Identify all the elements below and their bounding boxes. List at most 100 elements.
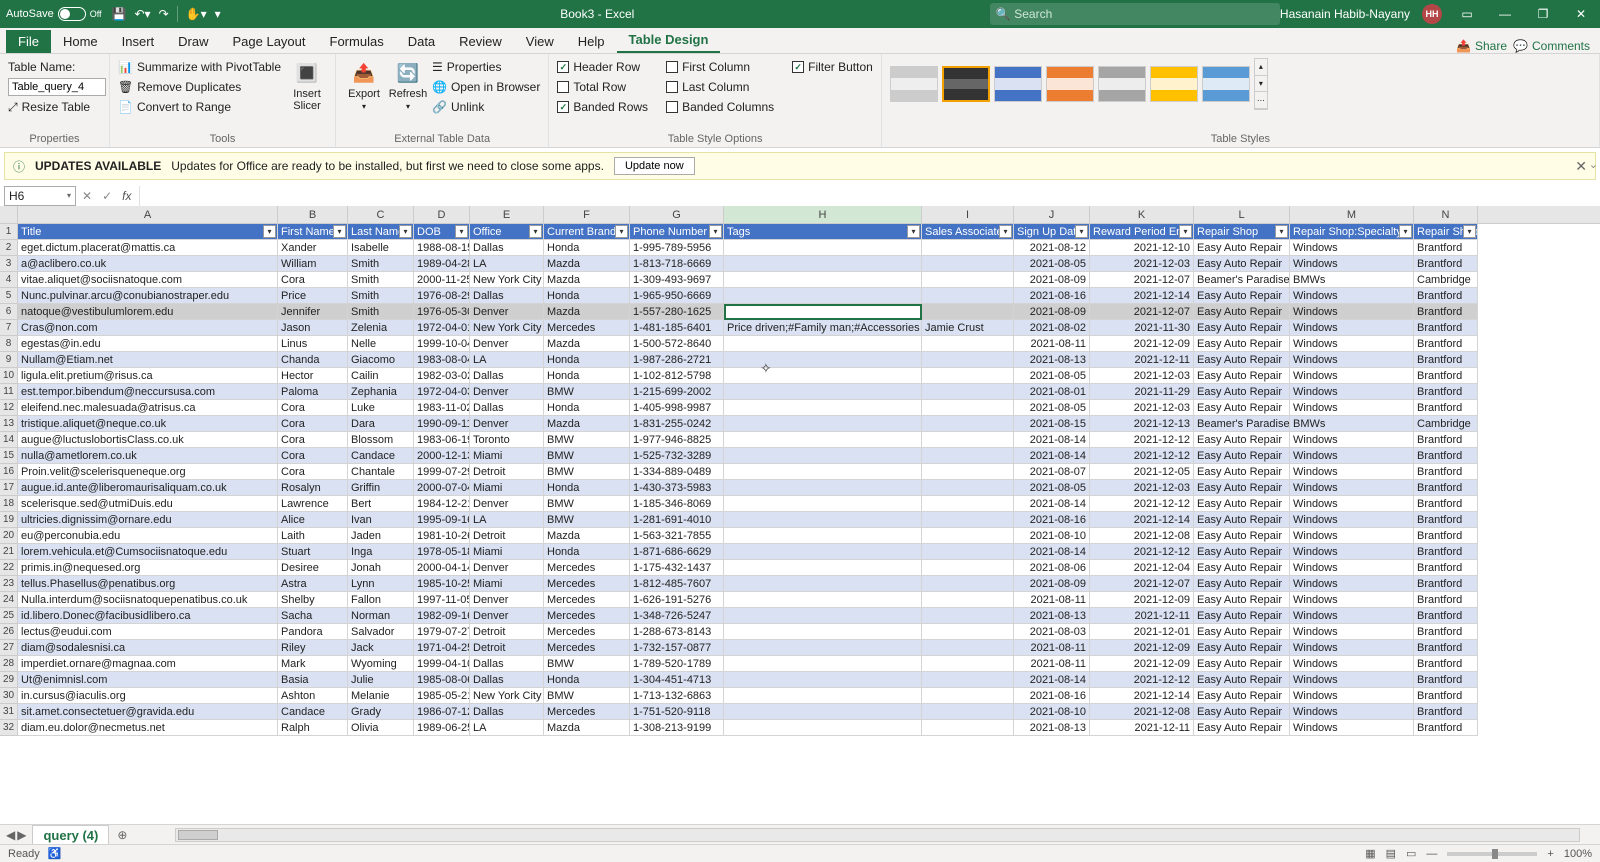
table-cell[interactable]	[724, 432, 922, 448]
table-cell[interactable]: BMW	[544, 496, 630, 512]
ext-properties-button[interactable]: ☰ Properties	[432, 58, 540, 76]
row-header[interactable]: 31	[0, 704, 18, 720]
banded-cols-check[interactable]: Banded Columns	[666, 98, 774, 116]
table-cell[interactable]: BMW	[544, 512, 630, 528]
table-cell[interactable]: Riley	[278, 640, 348, 656]
table-cell[interactable]: BMW	[544, 656, 630, 672]
row-header[interactable]: 8	[0, 336, 18, 352]
table-cell[interactable]: Easy Auto Repair	[1194, 384, 1290, 400]
sheet-tab-active[interactable]: query (4)	[32, 825, 109, 845]
table-cell[interactable]: 2021-12-13	[1090, 416, 1194, 432]
zoom-slider[interactable]	[1447, 852, 1537, 856]
table-cell[interactable]: Denver	[470, 336, 544, 352]
table-cell[interactable]	[922, 672, 1014, 688]
table-cell[interactable]: 2021-12-12	[1090, 544, 1194, 560]
table-cell[interactable]: Windows	[1290, 576, 1414, 592]
table-cell[interactable]: 1990-09-11	[414, 416, 470, 432]
table-cell[interactable]: Griffin	[348, 480, 414, 496]
table-cell[interactable]: Brantford	[1414, 496, 1478, 512]
table-cell[interactable]: Easy Auto Repair	[1194, 288, 1290, 304]
table-cell[interactable]: Windows	[1290, 448, 1414, 464]
table-cell[interactable]: Brantford	[1414, 528, 1478, 544]
table-cell[interactable]: Windows	[1290, 560, 1414, 576]
table-cell[interactable]: 2021-12-11	[1090, 720, 1194, 736]
table-cell[interactable]: Jennifer	[278, 304, 348, 320]
table-cell[interactable]: Zephania	[348, 384, 414, 400]
col-header-G[interactable]: G	[630, 206, 724, 223]
table-cell[interactable]: 1-995-789-5956	[630, 240, 724, 256]
table-cell[interactable]: 1-977-946-8825	[630, 432, 724, 448]
summarize-pivot-button[interactable]: 📊 Summarize with PivotTable	[118, 58, 281, 76]
table-cell[interactable]: 1-481-185-6401	[630, 320, 724, 336]
table-cell[interactable]: Windows	[1290, 528, 1414, 544]
table-header-cell[interactable]: Reward Period End▾	[1090, 224, 1194, 240]
table-cell[interactable]	[724, 416, 922, 432]
table-header-cell[interactable]: Sign Up Date▾	[1014, 224, 1090, 240]
table-cell[interactable]: Brantford	[1414, 608, 1478, 624]
table-cell[interactable]: Easy Auto Repair	[1194, 576, 1290, 592]
table-cell[interactable]: Easy Auto Repair	[1194, 528, 1290, 544]
table-cell[interactable]: 1-965-950-6669	[630, 288, 724, 304]
filter-dropdown-icon[interactable]: ▾	[263, 225, 276, 238]
table-cell[interactable]: sit.amet.consectetuer@gravida.edu	[18, 704, 278, 720]
avatar[interactable]: HH	[1422, 4, 1442, 24]
table-cell[interactable]: 1983-08-04	[414, 352, 470, 368]
search-box[interactable]: 🔍 Search	[990, 3, 1280, 25]
table-cell[interactable]	[724, 592, 922, 608]
table-cell[interactable]: Pandora	[278, 624, 348, 640]
table-cell[interactable]: 1985-08-06	[414, 672, 470, 688]
redo-icon[interactable]: ↷	[159, 7, 169, 21]
row-header[interactable]: 2	[0, 240, 18, 256]
table-cell[interactable]: 1-288-673-8143	[630, 624, 724, 640]
table-cell[interactable]: 1-713-132-6863	[630, 688, 724, 704]
table-cell[interactable]: Denver	[470, 304, 544, 320]
table-cell[interactable]: Honda	[544, 368, 630, 384]
table-cell[interactable]: Windows	[1290, 480, 1414, 496]
table-cell[interactable]: Easy Auto Repair	[1194, 592, 1290, 608]
row-header[interactable]: 4	[0, 272, 18, 288]
table-cell[interactable]: eleifend.nec.malesuada@atrisus.ca	[18, 400, 278, 416]
row-header[interactable]: 24	[0, 592, 18, 608]
table-cell[interactable]	[922, 288, 1014, 304]
table-cell[interactable]: Sacha	[278, 608, 348, 624]
table-cell[interactable]: Windows	[1290, 592, 1414, 608]
tab-view[interactable]: View	[514, 30, 566, 53]
table-cell[interactable]	[922, 720, 1014, 736]
table-cell[interactable]: Olivia	[348, 720, 414, 736]
table-header-cell[interactable]: Current Brand▾	[544, 224, 630, 240]
table-cell[interactable]: eget.dictum.placerat@mattis.ca	[18, 240, 278, 256]
col-header-B[interactable]: B	[278, 206, 348, 223]
table-cell[interactable]: Brantford	[1414, 320, 1478, 336]
table-cell[interactable]: 1-831-255-0242	[630, 416, 724, 432]
table-cell[interactable]: Denver	[470, 560, 544, 576]
view-pagelayout-icon[interactable]: ▤	[1386, 847, 1396, 860]
row-header[interactable]: 32	[0, 720, 18, 736]
table-cell[interactable]: Mercedes	[544, 320, 630, 336]
table-cell[interactable]: Honda	[544, 672, 630, 688]
row-header[interactable]: 6	[0, 304, 18, 320]
table-cell[interactable]: 2021-08-09	[1014, 272, 1090, 288]
table-cell[interactable]: id.libero.Donec@facibusidlibero.ca	[18, 608, 278, 624]
table-cell[interactable]	[922, 608, 1014, 624]
maximize-icon[interactable]: ❐	[1530, 4, 1556, 24]
table-cell[interactable]: diam@sodalesnisi.ca	[18, 640, 278, 656]
table-cell[interactable]	[922, 544, 1014, 560]
table-cell[interactable]: Easy Auto Repair	[1194, 544, 1290, 560]
table-cell[interactable]: Detroit	[470, 640, 544, 656]
table-cell[interactable]: 1-430-373-5983	[630, 480, 724, 496]
table-cell[interactable]: Jack	[348, 640, 414, 656]
table-cell[interactable]: 2021-08-10	[1014, 704, 1090, 720]
table-cell[interactable]: 2021-12-03	[1090, 256, 1194, 272]
table-cell[interactable]: Mazda	[544, 528, 630, 544]
table-cell[interactable]: Easy Auto Repair	[1194, 256, 1290, 272]
table-cell[interactable]: 2021-12-14	[1090, 512, 1194, 528]
table-cell[interactable]: Windows	[1290, 624, 1414, 640]
col-header-M[interactable]: M	[1290, 206, 1414, 223]
table-cell[interactable]: Windows	[1290, 320, 1414, 336]
col-header-N[interactable]: N	[1414, 206, 1478, 223]
row-header[interactable]: 12	[0, 400, 18, 416]
table-cell[interactable]: Detroit	[470, 464, 544, 480]
table-cell[interactable]: Astra	[278, 576, 348, 592]
tab-review[interactable]: Review	[447, 30, 514, 53]
table-cell[interactable]	[724, 528, 922, 544]
